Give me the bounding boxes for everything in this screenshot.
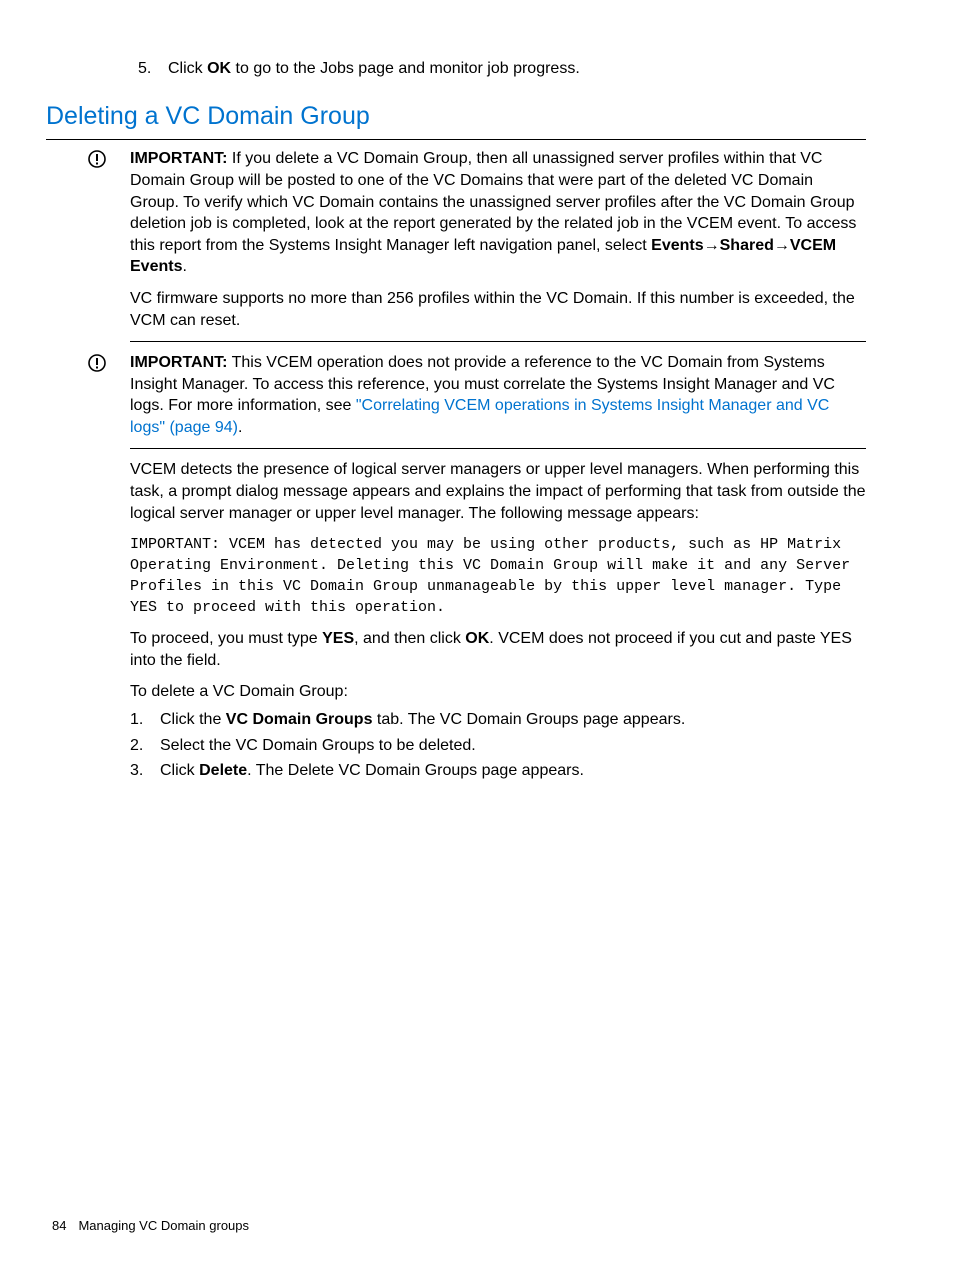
step-text: Click OK to go to the Jobs page and moni… bbox=[168, 60, 580, 77]
content-block: VCEM detects the presence of logical ser… bbox=[130, 459, 866, 781]
step-item-3: 3.Click Delete. The Delete VC Domain Gro… bbox=[130, 760, 866, 782]
proceed-paragraph: To proceed, you must type YES, and then … bbox=[130, 628, 866, 671]
detect-paragraph: VCEM detects the presence of logical ser… bbox=[130, 459, 866, 524]
admon-2-para: IMPORTANT: This VCEM operation does not … bbox=[130, 352, 866, 438]
step-5: 5.Click OK to go to the Jobs page and mo… bbox=[138, 58, 866, 80]
admon-end-rule bbox=[130, 448, 866, 449]
steps-list: 1.Click the VC Domain Groups tab. The VC… bbox=[130, 709, 866, 782]
page-footer: 84 Managing VC Domain groups bbox=[52, 1217, 249, 1235]
heading-rule bbox=[46, 139, 866, 140]
section-heading: Deleting a VC Domain Group bbox=[46, 100, 866, 134]
step-item-1: 1.Click the VC Domain Groups tab. The VC… bbox=[130, 709, 866, 731]
step-number: 5. bbox=[138, 58, 168, 80]
important-admonition-2: IMPORTANT: This VCEM operation does not … bbox=[88, 352, 866, 438]
footer-title: Managing VC Domain groups bbox=[78, 1218, 249, 1233]
code-message: IMPORTANT: VCEM has detected you may be … bbox=[130, 534, 866, 618]
important-icon bbox=[88, 352, 130, 372]
steps-intro: To delete a VC Domain Group: bbox=[130, 681, 866, 703]
page-number: 84 bbox=[52, 1218, 66, 1233]
important-icon bbox=[88, 148, 130, 168]
admon-2-body: IMPORTANT: This VCEM operation does not … bbox=[130, 352, 866, 438]
admon-separator bbox=[130, 341, 866, 342]
step-item-2: 2.Select the VC Domain Groups to be dele… bbox=[130, 735, 866, 757]
admon-1-para-2: VC firmware supports no more than 256 pr… bbox=[130, 288, 866, 331]
important-admonition-1: IMPORTANT: If you delete a VC Domain Gro… bbox=[88, 148, 866, 331]
admon-1-para-1: IMPORTANT: If you delete a VC Domain Gro… bbox=[130, 148, 866, 278]
admon-1-body: IMPORTANT: If you delete a VC Domain Gro… bbox=[130, 148, 866, 331]
